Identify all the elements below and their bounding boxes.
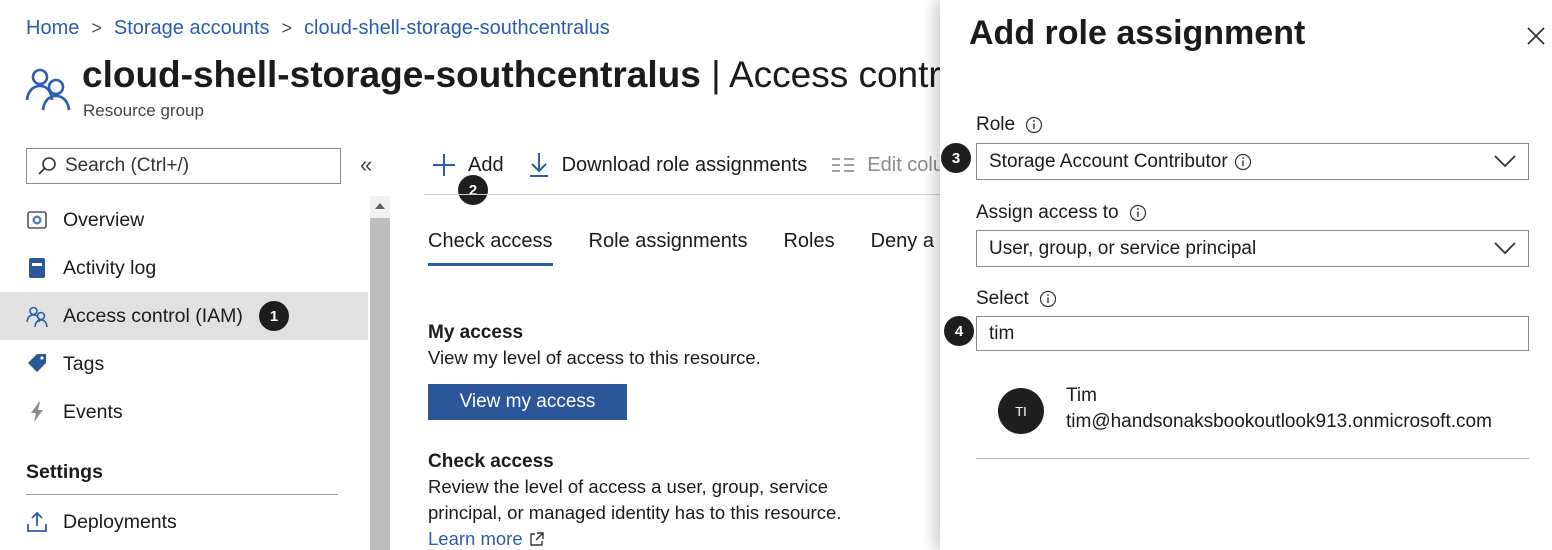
callout-badge-1: 1 xyxy=(259,301,289,331)
deployments-icon xyxy=(26,511,48,533)
check-access-title: Check access xyxy=(428,451,554,472)
tab-check-access[interactable]: Check access xyxy=(428,230,553,266)
events-icon xyxy=(26,401,48,423)
add-role-assignment-panel xyxy=(940,0,1552,550)
activity-log-icon xyxy=(26,257,48,279)
tab-deny-assignments[interactable]: Deny a xyxy=(871,230,934,266)
sidebar-item-overview[interactable]: Overview xyxy=(0,196,368,244)
sidebar-item-label: Overview xyxy=(63,208,145,231)
sidebar-search-input[interactable]: Search (Ctrl+/) xyxy=(26,148,341,184)
sidebar-item-tags[interactable]: Tags xyxy=(0,340,368,388)
add-button-label: Add xyxy=(468,153,504,176)
tab-roles[interactable]: Roles xyxy=(783,230,834,266)
select-principal-input[interactable]: tim xyxy=(976,316,1529,351)
edit-columns-label: Edit colu xyxy=(867,153,944,176)
callout-badge-2: 2 xyxy=(458,175,488,205)
chevron-right-icon: > xyxy=(281,17,293,38)
resource-group-users-icon xyxy=(25,68,71,111)
command-bar: Add Download role assignments Edit colu xyxy=(432,148,968,182)
select-label-text: Select xyxy=(976,288,1029,309)
info-icon xyxy=(1025,116,1043,134)
sidebar-item-iam[interactable]: Access control (IAM) 1 xyxy=(0,292,368,340)
assign-access-label-text: Assign access to xyxy=(976,202,1119,223)
breadcrumb-storage-accounts[interactable]: Storage accounts xyxy=(114,17,270,40)
tab-role-assignments[interactable]: Role assignments xyxy=(589,230,748,266)
sidebar-divider xyxy=(26,494,338,495)
sidebar-item-deployments[interactable]: Deployments xyxy=(0,498,368,546)
role-label: Role xyxy=(976,114,1043,136)
sidebar-item-label: Activity log xyxy=(63,256,157,279)
download-button-label: Download role assignments xyxy=(561,153,808,176)
check-access-description: Review the level of access a user, group… xyxy=(428,474,841,526)
chevron-down-icon xyxy=(1494,155,1516,168)
sidebar-item-label: Tags xyxy=(63,352,105,375)
command-bar-divider xyxy=(424,194,940,195)
chevron-down-icon xyxy=(1494,242,1516,255)
assign-access-dropdown-value: User, group, or service principal xyxy=(989,237,1257,259)
chevron-right-icon: > xyxy=(91,17,102,38)
breadcrumb-home[interactable]: Home xyxy=(26,17,79,40)
iam-icon xyxy=(26,305,48,327)
my-access-title: My access xyxy=(428,322,524,343)
scroll-up-arrow-icon[interactable] xyxy=(373,199,387,213)
close-icon[interactable] xyxy=(1524,24,1548,48)
overview-icon xyxy=(26,209,48,231)
role-dropdown-value: Storage Account Contributor xyxy=(989,150,1228,172)
download-icon xyxy=(529,153,548,177)
sidebar-item-label: Access control (IAM) xyxy=(63,304,243,327)
sidebar-section-settings: Settings xyxy=(26,461,103,483)
select-label: Select xyxy=(976,288,1057,310)
assign-access-label: Assign access to xyxy=(976,202,1147,224)
avatar[interactable]: TI xyxy=(998,388,1044,434)
sidebar-nav: Overview Activity log Access control (IA… xyxy=(0,196,368,546)
search-placeholder: Search (Ctrl+/) xyxy=(65,155,190,176)
external-link-icon xyxy=(529,531,544,546)
panel-title: Add role assignment xyxy=(969,14,1306,52)
plus-icon xyxy=(433,154,455,176)
callout-badge-4: 4 xyxy=(944,316,974,346)
result-name[interactable]: Tim xyxy=(1066,385,1097,407)
download-role-assignments-button[interactable]: Download role assignments xyxy=(528,152,808,178)
edit-columns-icon xyxy=(832,158,855,172)
callout-badge-3: 3 xyxy=(941,143,971,173)
my-access-description: View my level of access to this resource… xyxy=(428,347,761,368)
sidebar-item-events[interactable]: Events xyxy=(0,388,368,436)
tab-list: Check access Role assignments Roles Deny… xyxy=(428,230,970,266)
learn-more-link[interactable]: Learn more xyxy=(428,526,544,550)
view-my-access-button[interactable]: View my access xyxy=(428,384,627,420)
role-dropdown[interactable]: Storage Account Contributor xyxy=(976,143,1529,180)
edit-columns-button[interactable]: Edit colu xyxy=(831,154,944,177)
page-title-resource: cloud-shell-storage-southcentralus xyxy=(82,54,701,95)
breadcrumb-resource[interactable]: cloud-shell-storage-southcentralus xyxy=(304,17,610,40)
select-principal-input-value: tim xyxy=(989,322,1015,344)
sidebar-item-label: Deployments xyxy=(63,510,177,533)
result-divider xyxy=(976,458,1529,459)
tag-icon xyxy=(26,353,48,375)
assign-access-dropdown[interactable]: User, group, or service principal xyxy=(976,230,1529,267)
collapse-sidebar-button[interactable]: « xyxy=(360,152,372,178)
sidebar-item-label: Events xyxy=(63,400,123,423)
page-title: cloud-shell-storage-southcentralus | Acc… xyxy=(82,54,1002,96)
page-subtitle: Resource group xyxy=(83,101,204,120)
sidebar-item-activity-log[interactable]: Activity log xyxy=(0,244,368,292)
add-button[interactable]: Add xyxy=(432,153,504,177)
check-access-description-line: principal, or managed identity has to th… xyxy=(428,502,842,523)
breadcrumb: Home > Storage accounts > cloud-shell-st… xyxy=(26,15,610,41)
learn-more-label: Learn more xyxy=(428,528,523,549)
search-icon xyxy=(38,157,56,175)
check-access-description-line: Review the level of access a user, group… xyxy=(428,476,828,497)
info-icon xyxy=(1129,204,1146,222)
role-label-text: Role xyxy=(976,114,1016,135)
sidebar-scrollbar-thumb[interactable] xyxy=(370,218,390,550)
info-icon xyxy=(1039,290,1056,308)
info-icon xyxy=(1234,153,1251,170)
result-email[interactable]: tim@handsonaksbookoutlook913.onmicrosoft… xyxy=(1066,411,1492,433)
